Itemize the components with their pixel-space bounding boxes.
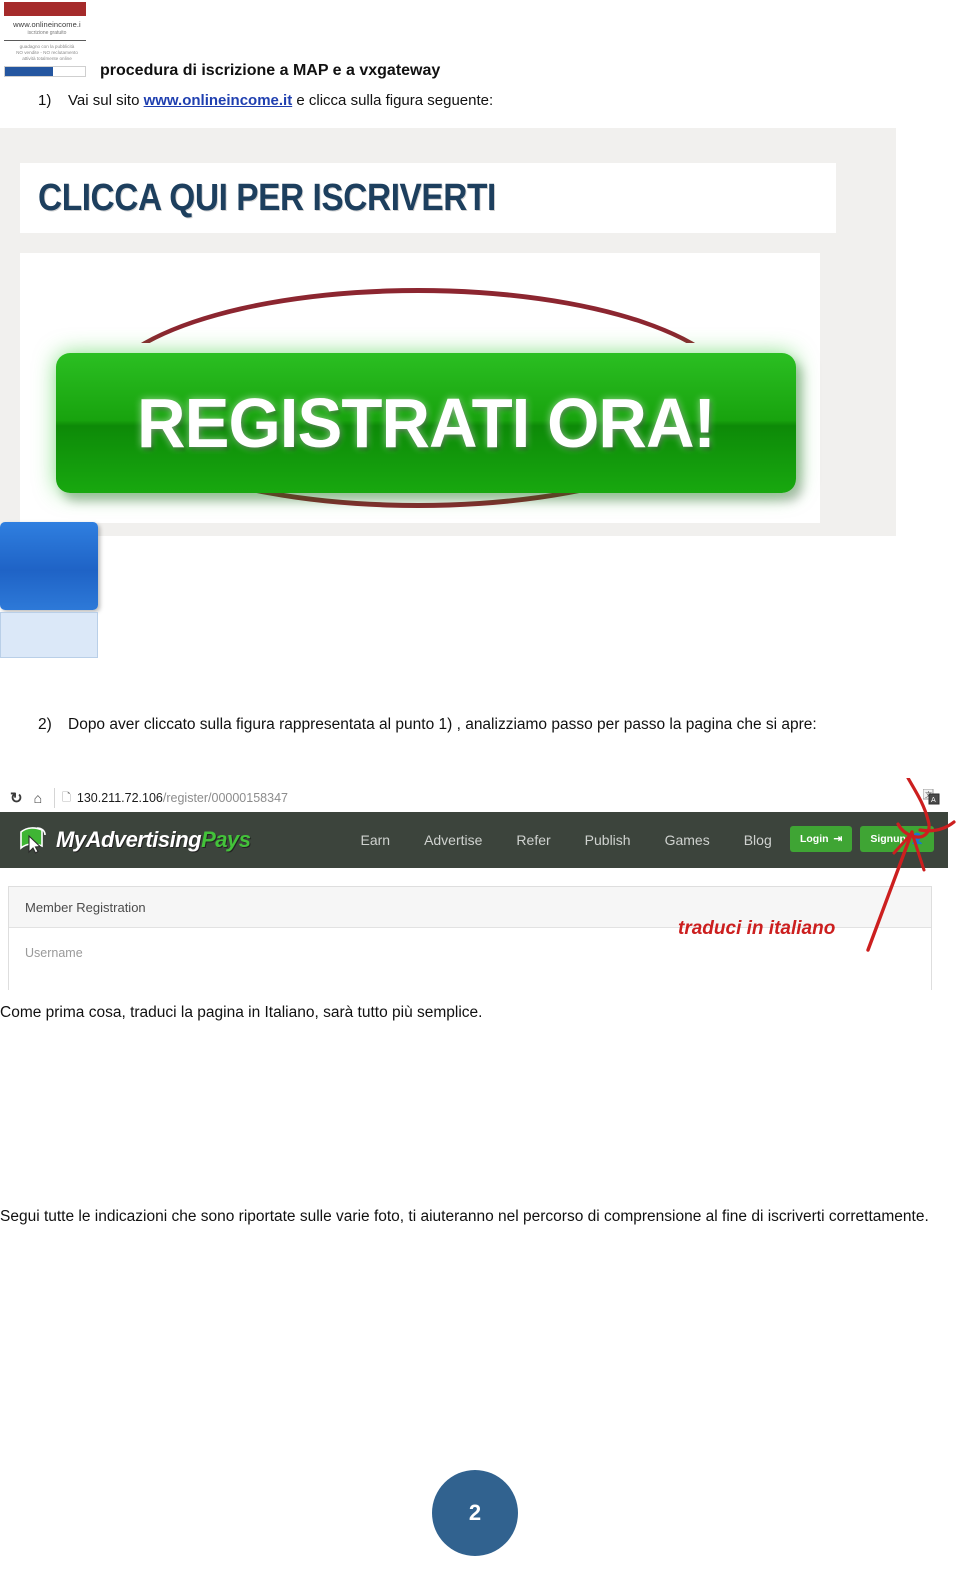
map-navbar: MyAdvertisingPays Earn Advertise Refer P… bbox=[0, 812, 948, 868]
map-logo-advertising: Advertising bbox=[85, 827, 202, 852]
map-flag-cursor-icon bbox=[20, 827, 46, 854]
page-icon: 🗋 bbox=[62, 791, 71, 804]
map-logo-pays: Pays bbox=[201, 827, 251, 852]
panel-title: Member Registration bbox=[25, 899, 146, 915]
step-1-number: 1) bbox=[38, 92, 52, 109]
url-text: 130.211.72.106/register/00000158347 bbox=[77, 791, 288, 805]
page-number-badge: 2 bbox=[432, 1470, 518, 1556]
clicca-qui-banner-text: CLICCA QUI PER ISCRIVERTI bbox=[38, 176, 496, 219]
step-1-before: Vai sul sito bbox=[68, 92, 144, 109]
registrati-ora-button[interactable]: REGISTRATI ORA! bbox=[56, 353, 796, 493]
step-1-after: e clicca sulla figura seguente: bbox=[292, 92, 494, 109]
home-icon[interactable]: ⌂ bbox=[34, 790, 42, 806]
logo-blue-bar-track bbox=[4, 66, 86, 77]
letterhead-logo: www.onlineincome.i iscrizione gratuito g… bbox=[4, 2, 90, 77]
nav-item-advertise[interactable]: Advertise bbox=[424, 832, 482, 848]
onlineincome-link[interactable]: www.onlineincome.it bbox=[144, 92, 293, 109]
clicca-qui-banner[interactable]: CLICCA QUI PER ISCRIVERTI bbox=[20, 163, 836, 233]
annotation-arrow bbox=[866, 778, 956, 952]
username-label: Username bbox=[25, 946, 83, 960]
paragraph-come-prima-cosa: Come prima cosa, traduci la pagina in It… bbox=[0, 1004, 483, 1021]
logo-red-bar bbox=[4, 2, 86, 16]
nav-item-games[interactable]: Games bbox=[665, 832, 710, 848]
annotation-traduci-in-italiano: traduci in italiano bbox=[678, 918, 836, 939]
step-1-line: 1) Vai sul sito www.onlineincome.it e cli… bbox=[38, 92, 493, 109]
step-2-number: 2) bbox=[38, 716, 52, 733]
nav-item-earn[interactable]: Earn bbox=[360, 832, 390, 848]
nav-item-publish[interactable]: Publish bbox=[585, 832, 631, 848]
reload-icon[interactable]: ↻ bbox=[10, 789, 23, 807]
step-2-text: Dopo aver cliccato sulla figura rapprese… bbox=[68, 716, 817, 733]
map-nav-links: Earn Advertise Refer Publish Games Blog bbox=[360, 832, 805, 848]
map-logo-my: My bbox=[56, 827, 86, 852]
logo-bullet-lines: guadagno con la pubblicità NO vendite - … bbox=[4, 44, 90, 62]
browser-url-bar: ↻ ⌂ 🗋 130.211.72.106/register/0000015834… bbox=[0, 784, 948, 813]
logo-tagline: iscrizione gratuito bbox=[27, 30, 67, 36]
page-number: 2 bbox=[468, 1500, 482, 1525]
browser-screenshot: ↻ ⌂ 🗋 130.211.72.106/register/0000015834… bbox=[0, 784, 948, 990]
url-domain: 130.211.72.106 bbox=[76, 791, 163, 805]
map-logo[interactable]: MyAdvertisingPays bbox=[18, 826, 251, 854]
logo-site-text: www.onlineincome.i bbox=[13, 20, 81, 29]
url-input[interactable]: 🗋 130.211.72.106/register/00000158347 bbox=[54, 788, 948, 808]
advert-figure: CLICCA QUI PER ISCRIVERTI REGISTRATI ORA… bbox=[0, 128, 896, 658]
url-path: /register/00000158347 bbox=[162, 791, 288, 805]
blue-decor-box-lower bbox=[0, 612, 98, 658]
step-2-paragraph: 2) Dopo aver cliccato sulla figura rappr… bbox=[38, 710, 950, 740]
logo-divider bbox=[4, 40, 86, 41]
page-title: procedura di iscrizione a MAP e a vxgate… bbox=[100, 62, 441, 79]
logo-line-3: attività totalmente online bbox=[22, 56, 72, 61]
nav-item-refer[interactable]: Refer bbox=[516, 832, 550, 848]
map-logo-text: MyAdvertisingPays bbox=[56, 827, 251, 853]
logo-blue-bar bbox=[5, 67, 53, 76]
registrati-ora-label: REGISTRATI ORA! bbox=[137, 384, 716, 462]
blue-decor-box bbox=[0, 522, 98, 610]
paragraph-segui-indicazioni: Segui tutte le indicazioni che sono ripo… bbox=[0, 1208, 929, 1225]
nav-item-blog[interactable]: Blog bbox=[744, 832, 772, 848]
